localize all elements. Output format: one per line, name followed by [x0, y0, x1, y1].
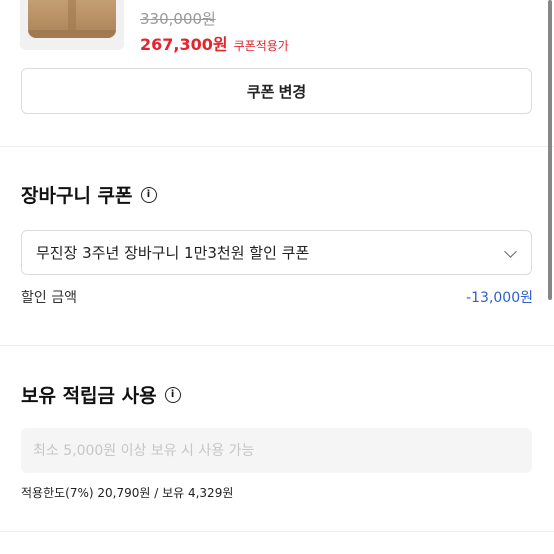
- coupon-change-button[interactable]: 쿠폰 변경: [21, 68, 532, 114]
- original-price: 330,000원: [140, 10, 216, 28]
- coupon-applied-tag: 쿠폰적용가: [233, 39, 289, 53]
- info-icon[interactable]: i: [140, 186, 157, 203]
- product-thumbnail[interactable]: [20, 0, 124, 50]
- sale-price-row: 267,300원 쿠폰적용가: [140, 31, 289, 55]
- cart-coupon-selected: 무진장 3주년 장바구니 1만3천원 할인 쿠폰: [36, 244, 310, 262]
- cart-coupon-title: 장바구니 쿠폰 i: [21, 181, 157, 208]
- section-divider: [0, 345, 554, 346]
- points-limit-text: 적용한도(7%) 20,790원 / 보유 4,329원: [21, 486, 234, 500]
- discount-label: 할인 금액: [21, 290, 77, 306]
- cart-coupon-title-text: 장바구니 쿠폰: [21, 185, 133, 207]
- discount-amount: -13,000원: [466, 290, 533, 306]
- section-divider: [0, 531, 554, 532]
- section-divider: [0, 146, 554, 147]
- points-title-text: 보유 적립금 사용: [21, 385, 157, 407]
- scrollbar[interactable]: [548, 0, 552, 300]
- sale-price: 267,300원: [140, 35, 228, 54]
- chevron-down-icon: [504, 245, 517, 258]
- cart-coupon-select[interactable]: 무진장 3주년 장바구니 1만3천원 할인 쿠폰: [21, 230, 532, 275]
- points-title: 보유 적립금 사용 i: [21, 381, 181, 408]
- product-summary: 330,000원 267,300원 쿠폰적용가: [0, 0, 554, 62]
- points-input[interactable]: [21, 428, 532, 473]
- info-icon[interactable]: i: [164, 386, 181, 403]
- jacket-image: [28, 0, 116, 38]
